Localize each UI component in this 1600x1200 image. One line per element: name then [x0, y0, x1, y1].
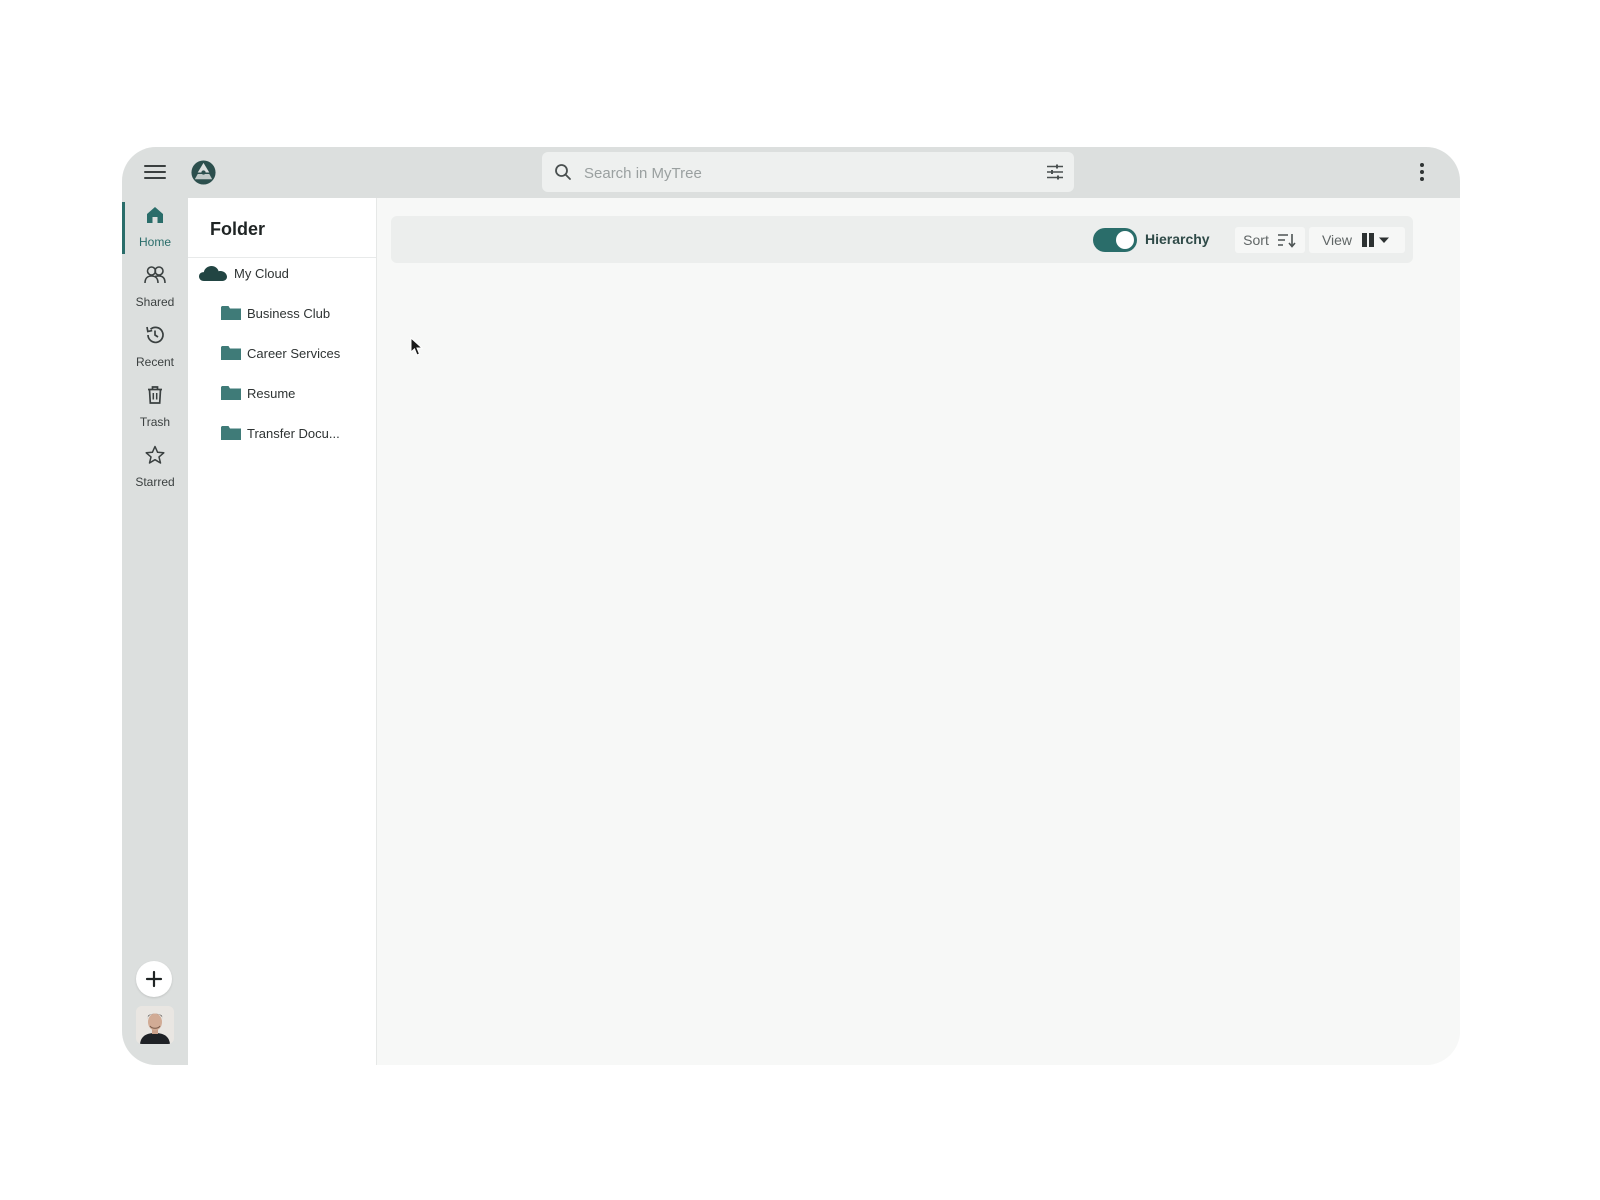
app-logo-icon[interactable]	[190, 159, 217, 186]
menu-icon[interactable]	[144, 161, 166, 183]
nav-shared-label: Shared	[135, 295, 175, 309]
app-window: Home Shared Recent	[122, 147, 1460, 1065]
nav-item-shared[interactable]: Shared	[122, 264, 188, 309]
folder-icon	[221, 306, 241, 320]
tree-item-folder[interactable]: Transfer Docu...	[221, 425, 340, 441]
folder-icon	[221, 346, 241, 360]
tree-item-my-cloud[interactable]: My Cloud	[198, 264, 289, 282]
user-avatar[interactable]	[136, 1006, 174, 1044]
search-icon	[555, 164, 571, 180]
tree-item-label: Career Services	[247, 345, 341, 361]
nav-rail: Home Shared Recent Trash Starred	[122, 198, 188, 1065]
nav-item-starred[interactable]: Starred	[122, 444, 188, 489]
folder-icon	[221, 426, 241, 440]
nav-item-home[interactable]: Home	[122, 202, 188, 254]
tree-item-label: Resume	[247, 385, 296, 401]
tree-item-label: Transfer Docu...	[247, 425, 340, 441]
filter-sliders-icon[interactable]	[1046, 163, 1064, 181]
columns-view-icon	[1362, 233, 1390, 247]
history-icon	[146, 326, 164, 344]
hierarchy-toggle[interactable]	[1093, 228, 1137, 252]
main-content: Hierarchy Sort View	[377, 198, 1460, 1065]
divider	[188, 257, 376, 258]
mouse-cursor-icon	[410, 337, 424, 356]
tree-item-label: Business Club	[247, 305, 331, 321]
sort-button[interactable]: Sort	[1235, 227, 1305, 253]
view-button[interactable]: View	[1309, 227, 1405, 253]
search-input[interactable]	[582, 152, 1026, 194]
home-icon	[147, 207, 163, 223]
more-options-icon[interactable]	[1418, 160, 1426, 184]
nav-item-trash[interactable]: Trash	[122, 384, 188, 429]
tree-item-folder[interactable]: Career Services	[221, 345, 340, 361]
folder-icon	[221, 386, 241, 400]
plus-icon	[145, 970, 163, 988]
nav-trash-label: Trash	[139, 415, 171, 429]
nav-item-recent[interactable]: Recent	[122, 324, 188, 369]
tree-item-folder[interactable]: Business Club	[221, 305, 330, 321]
add-button[interactable]	[136, 961, 172, 997]
nav-home-label: Home	[138, 235, 171, 249]
star-icon	[145, 445, 165, 464]
view-label: View	[1321, 232, 1353, 248]
trash-icon	[148, 386, 162, 404]
tree-item-label: My Cloud	[234, 265, 289, 281]
nav-starred-label: Starred	[135, 475, 175, 489]
tree-item-folder[interactable]: Resume	[221, 385, 295, 401]
nav-recent-label: Recent	[135, 355, 175, 369]
users-icon	[144, 266, 166, 284]
sort-icon	[1277, 234, 1296, 248]
content-toolbar: Hierarchy Sort View	[391, 216, 1413, 263]
top-bar	[122, 147, 1460, 198]
toggle-knob	[1116, 231, 1134, 249]
folder-panel-title: Folder	[210, 219, 266, 239]
folder-panel: Folder My Cloud Business Club Career Ser…	[188, 198, 377, 1065]
avatar-image	[136, 1006, 174, 1044]
search-bar	[542, 152, 1074, 194]
hierarchy-label: Hierarchy	[1145, 231, 1210, 247]
cloud-icon	[199, 266, 227, 281]
sort-label: Sort	[1243, 232, 1269, 248]
